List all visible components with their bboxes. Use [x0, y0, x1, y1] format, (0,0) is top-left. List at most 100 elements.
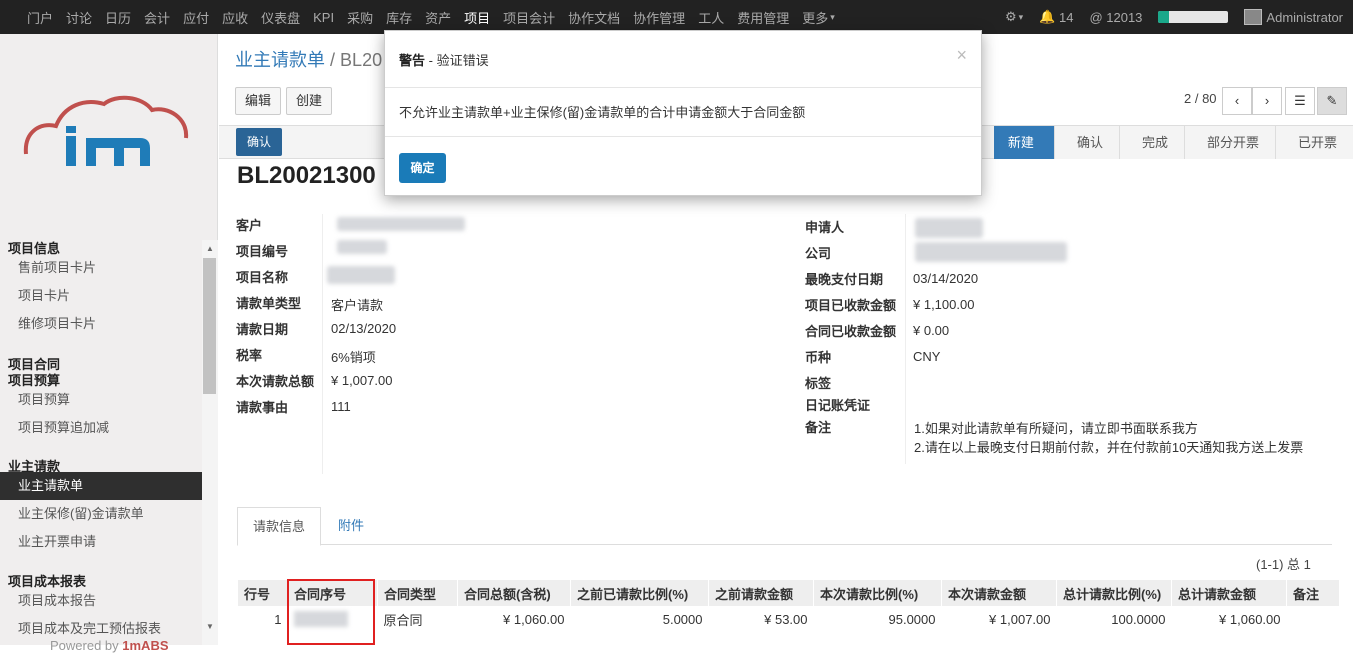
- column-header[interactable]: 合同总额(含税): [457, 580, 571, 606]
- top-menu-item[interactable]: 更多: [802, 8, 828, 27]
- redacted-project-name: [327, 266, 395, 284]
- dialog-footer: 确定: [385, 136, 981, 197]
- column-header[interactable]: 本次请款比例(%): [813, 580, 942, 606]
- top-menu-item[interactable]: 协作文档: [568, 8, 620, 27]
- dialog-title: 警告 - 验证错误: [399, 50, 489, 69]
- stage-3[interactable]: 部分开票: [1183, 126, 1275, 159]
- field-value[interactable]: 客户请款: [331, 295, 383, 314]
- stage-0[interactable]: 新建: [993, 126, 1054, 159]
- top-menu-item[interactable]: 应收: [222, 8, 248, 27]
- column-header[interactable]: 之前已请款比例(%): [570, 580, 709, 606]
- table-cell: 1: [274, 611, 282, 627]
- notes-text: 1.如果对此请款单有所疑问，请立即书面联系我方 2.请在以上最晚支付日期前付款，…: [914, 419, 1303, 457]
- sidebar-group-title: 项目合同: [8, 357, 61, 372]
- top-menu-item[interactable]: 费用管理: [737, 8, 789, 27]
- field-value[interactable]: 03/14/2020: [913, 271, 978, 286]
- close-icon[interactable]: ×: [956, 45, 967, 66]
- systray: ⚙ ▾ 🔔 14 @ 12013 Administrator: [989, 0, 1353, 34]
- field-label: 请款事由: [236, 400, 289, 415]
- top-menu-item[interactable]: 会计: [144, 8, 170, 27]
- sidebar-item[interactable]: 项目预算追加减: [0, 414, 202, 442]
- notifications-bell[interactable]: 🔔 14: [1039, 9, 1073, 25]
- stage-4[interactable]: 已开票: [1274, 126, 1353, 159]
- stage-1[interactable]: 确认: [1053, 126, 1119, 159]
- table-cell: ¥ 53.00: [764, 611, 808, 627]
- field-value[interactable]: 6%销项: [331, 347, 376, 366]
- mentions-link[interactable]: @ 12013: [1089, 10, 1142, 25]
- top-menu-item[interactable]: 仪表盘: [261, 8, 300, 27]
- record-title: BL20021300: [237, 162, 376, 189]
- tab-request-info[interactable]: 请款信息: [237, 507, 322, 546]
- top-menu-item[interactable]: 项目: [464, 8, 490, 27]
- powered-by: Powered by 1mABS: [50, 638, 169, 653]
- confirm-button[interactable]: 确认: [236, 128, 282, 156]
- pager-next-button[interactable]: ›: [1252, 87, 1282, 115]
- column-header[interactable]: 总计请款比例(%): [1056, 580, 1172, 606]
- top-menu-item[interactable]: 应付: [183, 8, 209, 27]
- field-label: 币种: [805, 350, 832, 365]
- record-count: (1-1) 总 1: [1256, 557, 1311, 572]
- top-menu-item[interactable]: KPI: [313, 10, 334, 25]
- top-menu-item[interactable]: 项目会计: [503, 8, 555, 27]
- table-row[interactable]: 1 原合同 ¥ 1,060.00 5.0000 ¥ 53.00 95.0000 ¥ 1,00…: [238, 606, 1339, 632]
- redacted-project-code: [337, 240, 387, 254]
- stage-pipeline: 新建 确认 完成 部分开票 已开票: [993, 126, 1353, 159]
- column-header[interactable]: 行号: [237, 580, 288, 606]
- table-cell: 5.0000: [662, 611, 703, 627]
- sidebar-item[interactable]: 项目预算: [0, 386, 202, 414]
- scroll-down-arrow-icon[interactable]: ▼: [206, 622, 214, 631]
- sidebar-item[interactable]: 维修项目卡片: [0, 310, 202, 338]
- tab-attachments[interactable]: 附件: [323, 507, 379, 546]
- sidebar-item[interactable]: 售前项目卡片: [0, 254, 202, 282]
- form-view-icon[interactable]: ✎: [1317, 87, 1347, 115]
- field-divider-right: [905, 214, 906, 464]
- column-header[interactable]: 合同类型: [377, 580, 458, 606]
- notification-count: 14: [1058, 9, 1074, 25]
- sidebar-item[interactable]: 项目卡片: [0, 282, 202, 310]
- field-label: 标签: [805, 376, 832, 391]
- sidebar-item[interactable]: 项目成本报告: [0, 587, 202, 615]
- column-header[interactable]: 总计请款金额: [1171, 580, 1287, 606]
- top-menu-item[interactable]: 库存: [386, 8, 412, 27]
- more-caret-icon[interactable]: ▾: [830, 12, 835, 23]
- sidebar-item[interactable]: 业主保修(留)金请款单: [0, 500, 202, 528]
- field-value[interactable]: ¥ 0.00: [913, 323, 949, 338]
- top-menu-item[interactable]: 资产: [425, 8, 451, 27]
- field-value[interactable]: ¥ 1,007.00: [331, 373, 392, 388]
- field-value[interactable]: ¥ 1,100.00: [913, 297, 974, 312]
- top-menu-item[interactable]: 采购: [347, 8, 373, 27]
- top-menu-item[interactable]: 门户: [27, 8, 53, 27]
- notes-line-2: 2.请在以上最晚支付日期前付款，并在付款前10天通知我方送上发票: [914, 440, 1304, 455]
- pager-previous-button[interactable]: ‹: [1222, 87, 1252, 115]
- breadcrumb-current: BL20: [340, 50, 383, 70]
- field-value[interactable]: 111: [331, 399, 351, 414]
- sidebar-item[interactable]: 业主开票申请: [0, 528, 202, 556]
- settings-gear-icon[interactable]: ⚙ ▾: [1005, 9, 1023, 25]
- column-header[interactable]: 备注: [1286, 580, 1339, 606]
- top-menu-item[interactable]: 工人: [698, 8, 724, 27]
- breadcrumb-parent-link[interactable]: 业主请款单: [235, 50, 325, 70]
- user-menu[interactable]: Administrator: [1244, 9, 1343, 25]
- column-header[interactable]: 之前请款金额: [708, 580, 814, 606]
- top-menu-item[interactable]: 协作管理: [633, 8, 685, 27]
- sidebar-scroll-thumb[interactable]: [203, 258, 216, 394]
- list-view-icon[interactable]: ☰: [1285, 87, 1315, 115]
- field-label: 税率: [236, 348, 263, 363]
- stage-2[interactable]: 完成: [1118, 126, 1184, 159]
- field-value[interactable]: 02/13/2020: [331, 321, 396, 336]
- ok-button[interactable]: 确定: [399, 153, 446, 183]
- column-header[interactable]: 本次请款金额: [941, 580, 1057, 606]
- field-label: 请款单类型: [236, 296, 302, 311]
- sidebar-item[interactable]: 业主请款单: [0, 472, 202, 500]
- scroll-up-arrow-icon[interactable]: ▲: [206, 244, 214, 253]
- warning-dialog: 警告 - 验证错误 × 不允许业主请款单+业主保修(留)金请款单的合计申请金额大…: [384, 30, 982, 196]
- field-label: 申请人: [805, 220, 845, 235]
- field-value[interactable]: CNY: [913, 349, 940, 364]
- create-button[interactable]: 创建: [286, 87, 332, 115]
- edit-button[interactable]: 编辑: [235, 87, 281, 115]
- field-divider-left: [322, 214, 323, 474]
- redacted-applicant: [915, 218, 983, 238]
- top-menu-item[interactable]: 日历: [105, 8, 131, 27]
- table-cell: ¥ 1,060.00: [1219, 611, 1281, 627]
- top-menu-item[interactable]: 讨论: [66, 8, 92, 27]
